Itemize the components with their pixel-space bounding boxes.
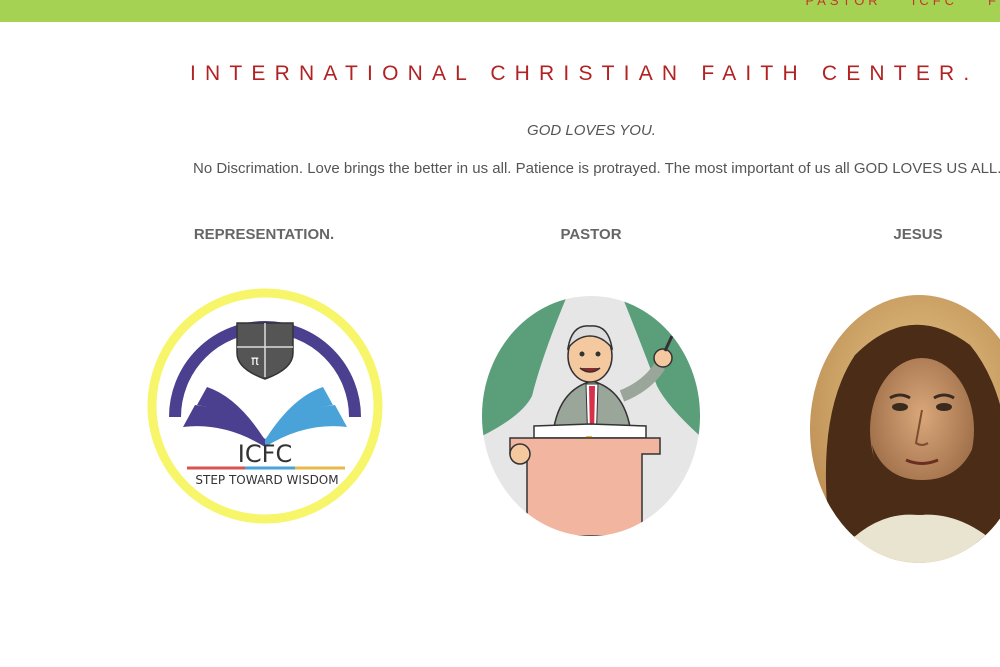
nav-item-icfc[interactable]: ICFC bbox=[912, 0, 958, 8]
representation-heading: REPRESENTATION. bbox=[193, 226, 335, 243]
nav-item-pastor[interactable]: PASTOR bbox=[805, 0, 881, 8]
pastor-heading: PASTOR bbox=[560, 226, 622, 243]
icfc-logo[interactable]: π ICFC STEP TOWARD WISDOM bbox=[145, 287, 385, 525]
top-nav: PASTOR ICFC F bbox=[805, 0, 1000, 8]
pulpit-icon bbox=[509, 437, 661, 536]
nav-item-f[interactable]: F bbox=[988, 0, 1000, 8]
intro-text: No Discrimation. Love brings the better … bbox=[193, 160, 1000, 177]
jesus-portrait[interactable] bbox=[810, 295, 1000, 563]
logo-subtext: STEP TOWARD WISDOM bbox=[195, 473, 338, 487]
top-bar: PASTOR ICFC F bbox=[0, 0, 1000, 22]
pastor-illustration[interactable] bbox=[482, 296, 700, 536]
logo-text: ICFC bbox=[238, 440, 292, 468]
jesus-heading: JESUS bbox=[893, 226, 943, 243]
site-title: INTERNATIONAL CHRISTIAN FAITH CENTER. bbox=[190, 62, 979, 85]
tagline: GOD LOVES YOU. bbox=[527, 122, 656, 139]
svg-text:π: π bbox=[251, 354, 259, 369]
bible-icon bbox=[533, 423, 647, 439]
